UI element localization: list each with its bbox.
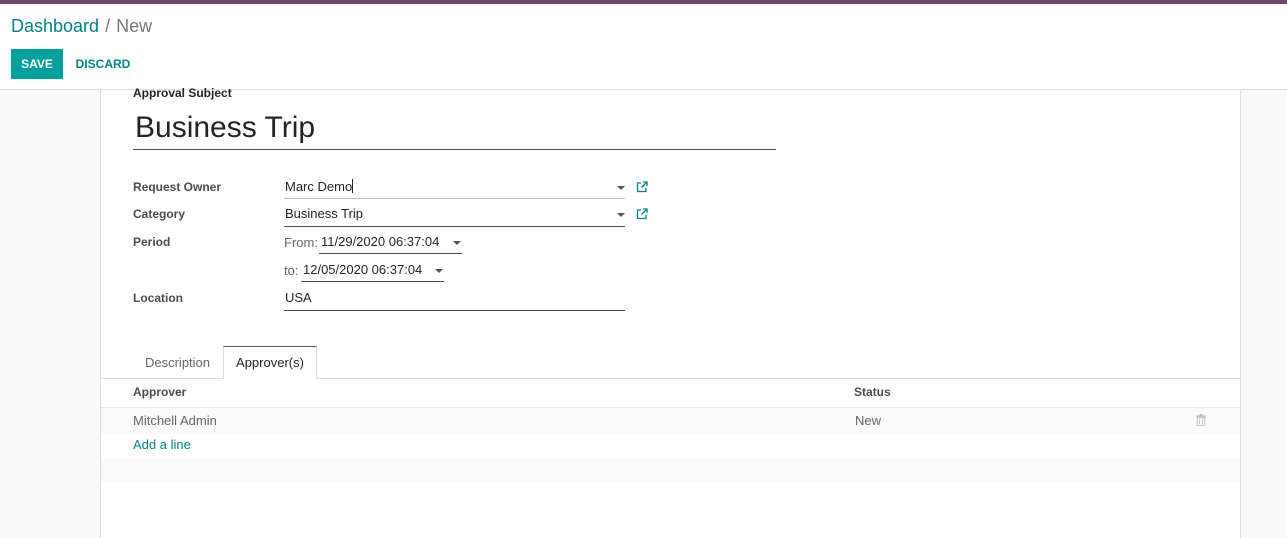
approvers-table-header: Approver Status bbox=[101, 379, 1240, 408]
tab-description[interactable]: Description bbox=[132, 346, 223, 379]
table-row-empty bbox=[101, 458, 1240, 482]
external-link-icon[interactable] bbox=[635, 180, 649, 194]
tab-approvers[interactable]: Approver(s) bbox=[223, 346, 317, 379]
location-field[interactable]: USA bbox=[284, 289, 625, 311]
category-value: Business Trip bbox=[285, 206, 364, 221]
trash-icon[interactable] bbox=[1196, 414, 1206, 426]
request-owner-field[interactable]: Marc Demo bbox=[284, 178, 625, 199]
request-owner-label: Request Owner bbox=[133, 180, 222, 194]
approver-cell: Mitchell Admin bbox=[133, 413, 217, 428]
discard-button[interactable]: DISCARD bbox=[67, 49, 139, 79]
form-sheet: Approval Subject Business Trip Request O… bbox=[100, 86, 1241, 538]
breadcrumb-dashboard-link[interactable]: Dashboard bbox=[11, 16, 99, 36]
table-row-add bbox=[101, 434, 1240, 458]
period-from-value: 11/29/2020 06:37:04 bbox=[321, 234, 440, 249]
location-value: USA bbox=[285, 290, 312, 305]
add-line-link[interactable]: Add a line bbox=[133, 437, 191, 452]
external-link-icon[interactable] bbox=[635, 207, 649, 221]
period-to-value: 12/05/2020 06:37:04 bbox=[303, 262, 423, 277]
period-to-field[interactable]: 12/05/2020 06:37:04 bbox=[301, 261, 444, 282]
period-from-label: From: bbox=[284, 235, 318, 250]
approval-subject-label: Approval Subject bbox=[133, 86, 232, 100]
column-header-status[interactable]: Status bbox=[854, 385, 891, 399]
period-label: Period bbox=[133, 235, 171, 249]
approval-subject-input[interactable]: Business Trip bbox=[133, 108, 776, 150]
location-label: Location bbox=[133, 291, 183, 305]
breadcrumb-current: New bbox=[116, 16, 153, 36]
category-field[interactable]: Business Trip bbox=[284, 205, 625, 227]
period-to-label: to: bbox=[284, 263, 299, 278]
text-cursor bbox=[352, 179, 354, 193]
column-header-approver[interactable]: Approver bbox=[133, 385, 186, 399]
caret-down-icon[interactable] bbox=[617, 186, 625, 190]
status-cell: New bbox=[855, 413, 882, 428]
save-button[interactable]: SAVE bbox=[11, 49, 63, 79]
breadcrumb-separator: / bbox=[105, 16, 111, 36]
category-label: Category bbox=[133, 207, 186, 221]
caret-down-icon[interactable] bbox=[617, 213, 625, 217]
period-from-field[interactable]: 11/29/2020 06:37:04 bbox=[319, 233, 462, 254]
caret-down-icon[interactable] bbox=[435, 269, 443, 273]
breadcrumb: Dashboard / New bbox=[11, 16, 152, 37]
table-row[interactable]: Mitchell Admin New bbox=[101, 408, 1240, 434]
control-panel: Dashboard / New SAVE DISCARD bbox=[0, 4, 1287, 90]
request-owner-value: Marc Demo bbox=[285, 179, 353, 194]
caret-down-icon[interactable] bbox=[453, 241, 461, 245]
